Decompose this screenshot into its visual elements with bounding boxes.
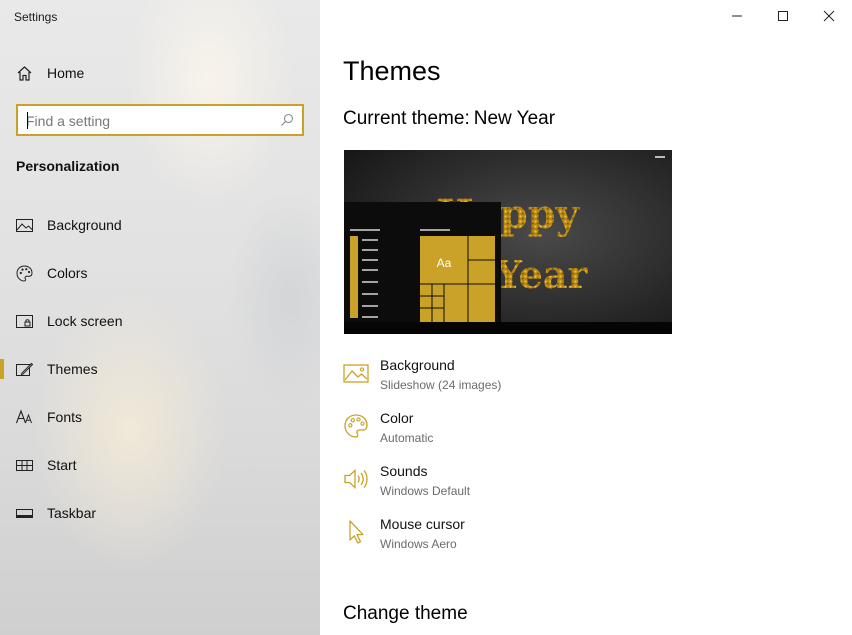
sidebar-item-fonts[interactable]: Fonts [0, 397, 320, 437]
selection-indicator [0, 359, 4, 379]
current-theme-label: Current theme: [343, 108, 470, 129]
sidebar-item-colors[interactable]: Colors [0, 253, 320, 293]
sidebar-item-themes[interactable]: Themes [0, 349, 320, 389]
sidebar-item-label: Themes [47, 361, 98, 377]
close-icon [823, 10, 835, 22]
setting-value: Windows Aero [380, 537, 457, 551]
sidebar-item-label: Background [47, 217, 122, 233]
setting-title: Mouse cursor [380, 516, 465, 532]
home-icon [16, 65, 33, 82]
change-theme-heading: Change theme [343, 603, 468, 624]
sidebar-item-background[interactable]: Background [0, 205, 320, 245]
page-title: Themes [343, 56, 441, 86]
sidebar-item-start[interactable]: Start [0, 445, 320, 485]
sidebar: Settings Home Personalization Background… [0, 0, 320, 635]
setting-value: Automatic [380, 431, 434, 445]
sidebar-item-label: Colors [47, 265, 88, 281]
setting-value: Windows Default [380, 484, 471, 498]
section-title: Personalization [16, 158, 120, 174]
theme-color-setting[interactable]: Color Automatic [343, 410, 663, 454]
home-nav-item[interactable]: Home [0, 57, 320, 89]
theme-background-setting[interactable]: Background Slideshow (24 images) [343, 357, 663, 401]
theme-mouse-cursor-setting[interactable]: Mouse cursor Windows Aero [343, 516, 663, 560]
home-label: Home [47, 65, 85, 81]
search-input[interactable] [26, 111, 274, 131]
theme-preview-image: Happy New Year Aa [344, 150, 672, 334]
lock-screen-icon [16, 313, 33, 330]
maximize-button[interactable] [760, 0, 806, 32]
taskbar-icon [16, 505, 33, 522]
current-theme-name: New Year [473, 108, 556, 129]
sidebar-item-label: Start [47, 457, 77, 473]
start-icon [16, 457, 33, 474]
theme-preview: Happy New Year Aa [344, 150, 672, 334]
close-button[interactable] [806, 0, 852, 32]
palette-icon [16, 265, 33, 282]
setting-value: Slideshow (24 images) [380, 378, 502, 392]
current-theme-heading: Current theme: New Year [343, 108, 555, 130]
maximize-icon [778, 11, 788, 21]
minimize-icon [732, 15, 742, 17]
window-title: Settings [14, 10, 58, 24]
cursor-icon [343, 519, 369, 545]
sidebar-item-label: Fonts [47, 409, 83, 425]
search-icon[interactable] [280, 113, 294, 127]
text-caret [27, 112, 28, 129]
minimize-button[interactable] [714, 0, 760, 32]
sidebar-item-label: Taskbar [47, 505, 97, 521]
picture-icon [16, 217, 33, 234]
theme-sounds-setting[interactable]: Sounds Windows Default [343, 463, 663, 507]
fonts-icon [15, 409, 33, 426]
sidebar-item-label: Lock screen [47, 313, 123, 329]
search-box[interactable] [16, 104, 304, 136]
picture-icon [343, 360, 369, 386]
setting-title: Background [380, 357, 455, 373]
preview-tile-text: Aa [437, 256, 452, 270]
palette-icon [343, 413, 369, 439]
speaker-icon [343, 466, 369, 492]
setting-title: Color [380, 410, 414, 426]
setting-title: Sounds [380, 463, 428, 479]
sidebar-item-lock-screen[interactable]: Lock screen [0, 301, 320, 341]
sidebar-item-taskbar[interactable]: Taskbar [0, 493, 320, 533]
themes-icon [16, 361, 34, 378]
